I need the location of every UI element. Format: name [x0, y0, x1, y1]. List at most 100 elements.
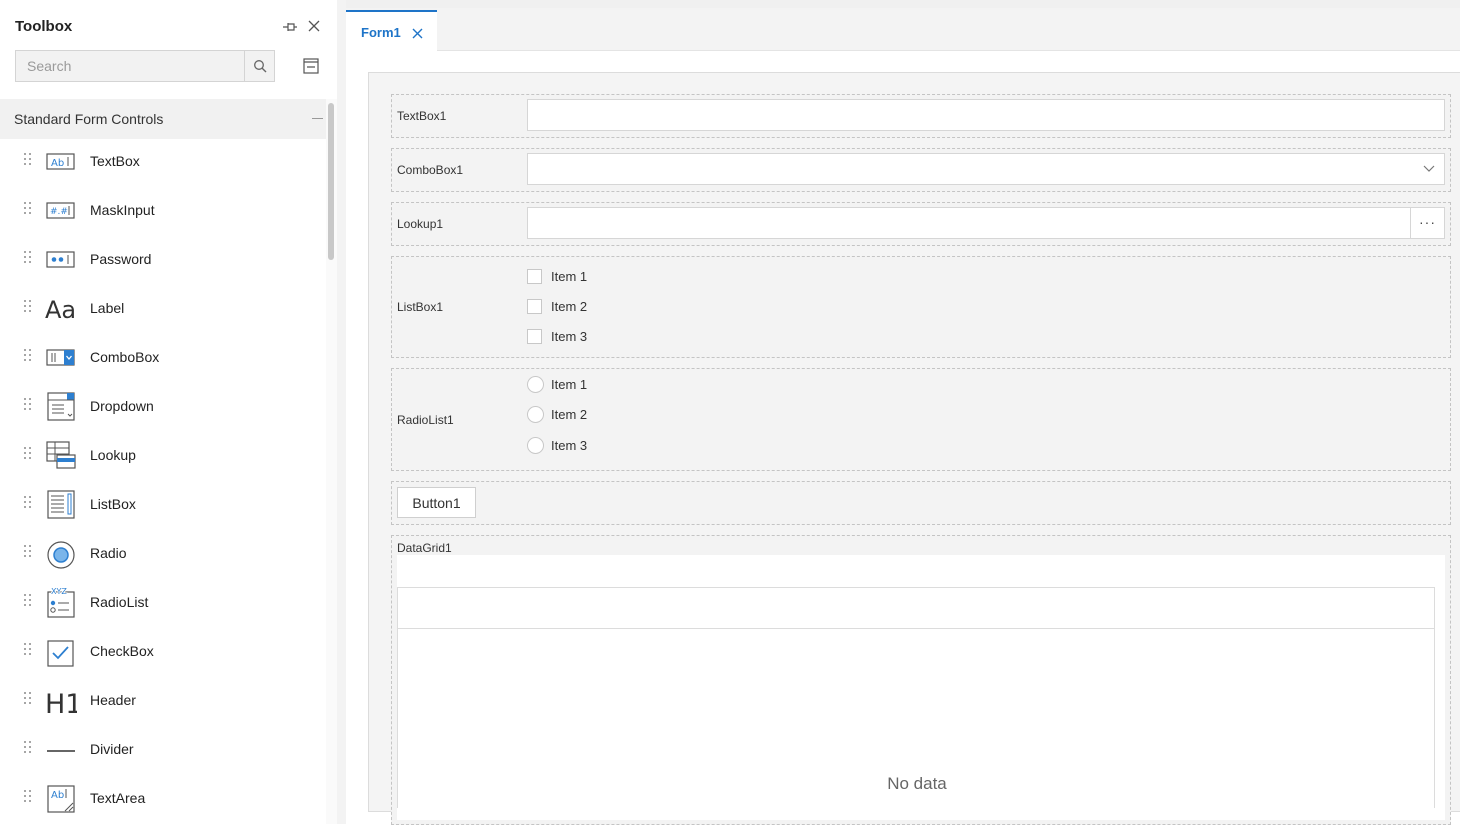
- maskinput-icon: #.#: [46, 202, 75, 219]
- radio-item-label: Item 1: [551, 377, 588, 392]
- tool-item-lookup[interactable]: Lookup: [0, 433, 326, 482]
- search-input[interactable]: [16, 51, 244, 81]
- listbox-item-label: Item 1: [551, 269, 588, 284]
- listbox-item[interactable]: Item 1: [527, 267, 727, 287]
- drag-handle-icon[interactable]: [24, 447, 32, 461]
- label-icon: Aa: [45, 296, 76, 324]
- textbox1-input[interactable]: [527, 99, 1445, 131]
- lookup1-label: Lookup1: [397, 217, 444, 231]
- button1[interactable]: Button1: [397, 487, 476, 518]
- listbox-item[interactable]: Item 3: [527, 327, 727, 347]
- radio-item[interactable]: Item 1: [527, 375, 727, 395]
- radiolist-icon: XYZ: [47, 586, 75, 618]
- top-strip: [346, 0, 1460, 8]
- svg-text:XYZ: XYZ: [51, 587, 67, 596]
- minus-icon[interactable]: [312, 118, 323, 119]
- tool-item-textbox[interactable]: Ab TextBox: [0, 139, 326, 188]
- listbox1-control[interactable]: ListBox1 Item 1 Item 2 Item 3: [391, 256, 1451, 358]
- drag-handle-icon[interactable]: [24, 741, 32, 755]
- checkbox[interactable]: [527, 269, 542, 284]
- drag-handle-icon[interactable]: [24, 398, 32, 412]
- tool-item-label: Label: [90, 300, 125, 316]
- button1-control[interactable]: Button1: [391, 481, 1451, 525]
- toolbox-scrollbar[interactable]: [326, 99, 337, 824]
- textarea-icon: Ab: [47, 785, 75, 813]
- scrollbar-thumb[interactable]: [328, 103, 334, 260]
- search-icon: [253, 60, 266, 73]
- drag-handle-icon[interactable]: [24, 202, 32, 216]
- combobox-icon: [46, 349, 75, 366]
- radio-item[interactable]: Item 3: [527, 436, 727, 456]
- drag-handle-icon[interactable]: [24, 545, 32, 559]
- checkbox[interactable]: [527, 299, 542, 314]
- tool-item-label: Radio: [90, 545, 127, 561]
- form-editor: Form1 TextBox1 ComboBox1 Lookup1 ··· Lis…: [346, 0, 1460, 825]
- lookup-browse-button[interactable]: ···: [1410, 208, 1444, 238]
- tool-item-radio[interactable]: Radio: [0, 531, 326, 580]
- lookup1-input[interactable]: ···: [527, 207, 1445, 239]
- radio-button[interactable]: [527, 437, 544, 454]
- radio-button[interactable]: [527, 376, 544, 393]
- combobox1-input[interactable]: [527, 153, 1445, 185]
- checkbox-icon: [47, 640, 74, 667]
- search-button[interactable]: [244, 51, 274, 81]
- drag-handle-icon[interactable]: [24, 790, 32, 804]
- checkbox[interactable]: [527, 329, 542, 344]
- drag-handle-icon[interactable]: [24, 496, 32, 510]
- tool-item-label: ListBox: [90, 496, 136, 512]
- textbox1-label: TextBox1: [397, 109, 447, 123]
- tool-item-label: Dropdown: [90, 398, 154, 414]
- tool-item-label: Header: [90, 692, 136, 708]
- tab-label: Form1: [361, 25, 401, 40]
- collapse-all-icon[interactable]: [302, 57, 320, 75]
- drag-handle-icon[interactable]: [24, 643, 32, 657]
- group-header-standard-form-controls[interactable]: Standard Form Controls: [0, 99, 326, 139]
- drag-handle-icon[interactable]: [24, 349, 32, 363]
- tool-item-label: RadioList: [90, 594, 149, 610]
- tool-item-textarea[interactable]: Ab TextArea: [0, 776, 326, 825]
- tool-item-radiolist[interactable]: XYZ RadioList: [0, 580, 326, 629]
- textbox1-control[interactable]: TextBox1: [391, 94, 1451, 138]
- tool-item-maskinput[interactable]: #.# MaskInput: [0, 188, 326, 237]
- tool-item-password[interactable]: Password: [0, 237, 326, 286]
- datagrid1-control[interactable]: DataGrid1 No data: [391, 535, 1451, 825]
- tool-item-label: Password: [90, 251, 152, 267]
- divider-icon: [47, 750, 75, 752]
- combobox1-control[interactable]: ComboBox1: [391, 148, 1451, 192]
- panel-splitter[interactable]: [337, 0, 346, 824]
- drag-handle-icon[interactable]: [24, 692, 32, 706]
- tab-form1[interactable]: Form1: [346, 10, 437, 52]
- close-icon[interactable]: [306, 18, 322, 34]
- drag-handle-icon[interactable]: [24, 251, 32, 265]
- tool-item-checkbox[interactable]: CheckBox: [0, 629, 326, 678]
- listbox-item[interactable]: Item 2: [527, 297, 727, 317]
- drag-handle-icon[interactable]: [24, 153, 32, 167]
- close-icon[interactable]: [412, 28, 423, 39]
- radio-item[interactable]: Item 2: [527, 405, 727, 425]
- svg-text:Ab: Ab: [51, 158, 64, 169]
- design-canvas: TextBox1 ComboBox1 Lookup1 ··· ListBox1 …: [346, 51, 1460, 825]
- tool-item-label: CheckBox: [90, 643, 154, 659]
- combobox1-label: ComboBox1: [397, 163, 464, 177]
- toolbox-title: Toolbox: [15, 18, 73, 35]
- header-icon: H1: [45, 689, 77, 716]
- tool-item-label[interactable]: Aa Label: [0, 286, 326, 335]
- tool-item-header[interactable]: H1 Header: [0, 678, 326, 727]
- drag-handle-icon[interactable]: [24, 594, 32, 608]
- lookup1-control[interactable]: Lookup1 ···: [391, 202, 1451, 246]
- pin-icon[interactable]: [281, 18, 299, 36]
- chevron-down-icon[interactable]: [1423, 165, 1435, 173]
- tool-item-label: Lookup: [90, 447, 136, 463]
- textbox-icon: Ab: [46, 153, 75, 170]
- svg-text:#.#: #.#: [50, 207, 68, 217]
- tool-item-label: TextBox: [90, 153, 140, 169]
- radio-button[interactable]: [527, 406, 544, 423]
- svg-text:Ab: Ab: [51, 790, 64, 801]
- radiolist1-control[interactable]: RadioList1 Item 1 Item 2 Item 3: [391, 368, 1451, 471]
- drag-handle-icon[interactable]: [24, 300, 32, 314]
- tool-item-dropdown[interactable]: Dropdown: [0, 384, 326, 433]
- tool-item-listbox[interactable]: ListBox: [0, 482, 326, 531]
- tool-item-label: TextArea: [90, 790, 146, 806]
- tool-item-combobox[interactable]: ComboBox: [0, 335, 326, 384]
- tool-item-divider[interactable]: Divider: [0, 727, 326, 776]
